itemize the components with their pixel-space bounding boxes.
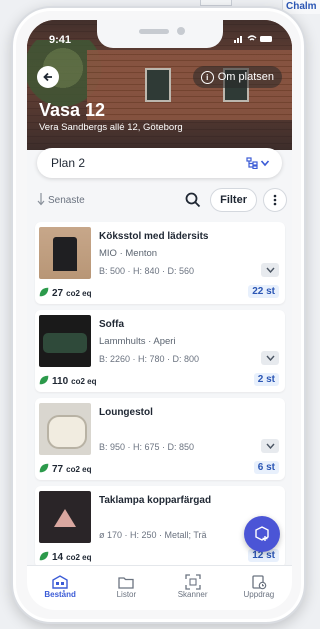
item-name: Soffa bbox=[99, 319, 124, 330]
inventory-icon bbox=[52, 574, 68, 590]
leaf-icon bbox=[39, 375, 49, 388]
tab-scanner[interactable]: Skanner bbox=[163, 566, 223, 599]
plan-selector-tools bbox=[246, 157, 270, 169]
place-address: Vera Sandbergs allé 12, Göteborg bbox=[39, 122, 183, 133]
item-thumbnail bbox=[39, 315, 91, 367]
place-title: Vasa 12 bbox=[39, 100, 106, 120]
scanner-icon bbox=[184, 574, 201, 590]
sort-control[interactable]: Senaste bbox=[37, 192, 182, 209]
bottom-tab-bar: Bestånd Listor Skanner Uppdrag bbox=[27, 565, 292, 610]
item-co2: 110 co2 eq bbox=[39, 375, 96, 388]
item-co2-value: 77 bbox=[52, 464, 64, 475]
item-co2-value: 14 bbox=[52, 552, 64, 563]
item-dimensions: ø 170 · H: 250 · Metall; Trä bbox=[99, 530, 207, 540]
item-card[interactable]: Loungestol B: 950 · H: 675 · D: 850 77 c… bbox=[35, 398, 285, 480]
chevron-down-icon bbox=[265, 443, 275, 449]
item-dimensions: B: 950 · H: 675 · D: 850 bbox=[99, 442, 195, 452]
item-name: Taklampa kopparfärgad bbox=[99, 495, 212, 506]
tab-inventory[interactable]: Bestånd bbox=[30, 566, 90, 599]
item-co2-unit: co2 eq bbox=[66, 465, 92, 474]
tab-label: Skanner bbox=[177, 590, 208, 599]
list-toolbar: Senaste Filter bbox=[37, 188, 287, 212]
speaker-grille bbox=[139, 29, 169, 34]
search-icon bbox=[185, 192, 201, 208]
more-options-button[interactable] bbox=[263, 188, 287, 212]
about-place-label: Om platsen bbox=[217, 71, 274, 83]
hierarchy-icon bbox=[246, 157, 258, 169]
phone-frame: 9:41 i Om platsen Vasa 12 Vera Sandbergs… bbox=[11, 6, 306, 624]
camera-dot bbox=[177, 27, 185, 35]
item-co2-unit: co2 eq bbox=[71, 377, 97, 386]
leaf-icon bbox=[39, 463, 49, 476]
status-icons bbox=[234, 34, 274, 47]
sort-arrow-icon bbox=[37, 192, 45, 209]
item-card[interactable]: Soffa Lammhults · Aperi B: 2260 · H: 780… bbox=[35, 310, 285, 392]
about-place-button[interactable]: i Om platsen bbox=[192, 66, 282, 88]
item-quantity: 2 st bbox=[253, 373, 279, 386]
item-thumbnail bbox=[39, 227, 91, 279]
tab-lists[interactable]: Listor bbox=[96, 566, 156, 599]
plan-selector-value: Plan 2 bbox=[51, 156, 86, 170]
item-brand: Lammhults · Aperi bbox=[99, 336, 176, 347]
add-item-fab[interactable] bbox=[244, 516, 280, 552]
tab-label: Listor bbox=[116, 590, 137, 599]
more-vertical-icon bbox=[273, 194, 277, 206]
signal-wifi-battery-icon bbox=[234, 35, 272, 43]
arrow-left-icon bbox=[43, 69, 53, 85]
assignment-icon bbox=[251, 574, 267, 590]
item-name: Loungestol bbox=[99, 407, 153, 418]
device-notch bbox=[97, 20, 223, 48]
info-icon: i bbox=[200, 70, 214, 84]
item-name: Köksstol med lädersits bbox=[99, 231, 209, 242]
item-thumbnail bbox=[39, 403, 91, 455]
tab-label: Bestånd bbox=[44, 590, 76, 599]
item-co2: 14 co2 eq bbox=[39, 551, 91, 564]
app-screen: 9:41 i Om platsen Vasa 12 Vera Sandbergs… bbox=[27, 20, 292, 610]
chevron-down-icon bbox=[260, 160, 270, 167]
item-brand: MIO · Menton bbox=[99, 248, 158, 259]
expand-item-button[interactable] bbox=[261, 351, 279, 365]
plan-selector[interactable]: Plan 2 bbox=[37, 148, 282, 178]
item-dimensions: B: 500 · H: 840 · D: 560 bbox=[99, 266, 195, 276]
item-co2-unit: co2 eq bbox=[66, 289, 92, 298]
chevron-down-icon bbox=[265, 355, 275, 361]
search-button[interactable] bbox=[182, 189, 204, 211]
filter-button[interactable]: Filter bbox=[210, 188, 257, 212]
item-quantity: 6 st bbox=[253, 461, 279, 474]
back-button[interactable] bbox=[37, 66, 59, 88]
leaf-icon bbox=[39, 287, 49, 300]
item-dimensions: B: 2260 · H: 780 · D: 800 bbox=[99, 354, 200, 364]
item-thumbnail bbox=[39, 491, 91, 543]
folder-icon bbox=[118, 574, 135, 590]
tab-label: Uppdrag bbox=[243, 590, 275, 599]
expand-item-button[interactable] bbox=[261, 263, 279, 277]
item-co2: 27 co2 eq bbox=[39, 287, 91, 300]
leaf-icon bbox=[39, 551, 49, 564]
status-bar: 9:41 bbox=[27, 20, 292, 54]
item-card[interactable]: Köksstol med lädersits MIO · Menton B: 5… bbox=[35, 222, 285, 304]
item-co2-value: 27 bbox=[52, 288, 64, 299]
item-co2-value: 110 bbox=[52, 376, 69, 387]
item-co2-unit: co2 eq bbox=[66, 553, 92, 562]
item-quantity: 22 st bbox=[248, 285, 279, 298]
chevron-down-icon bbox=[265, 267, 275, 273]
add-box-icon bbox=[255, 526, 269, 541]
tab-assignments[interactable]: Uppdrag bbox=[229, 566, 289, 599]
hero-window bbox=[145, 68, 171, 102]
sort-label: Senaste bbox=[48, 194, 85, 206]
status-time: 9:41 bbox=[49, 34, 72, 46]
expand-item-button[interactable] bbox=[261, 439, 279, 453]
item-co2: 77 co2 eq bbox=[39, 463, 91, 476]
